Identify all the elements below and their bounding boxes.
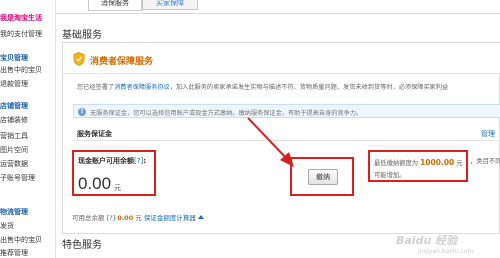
sidebar: 我是淘宝生活 我的支付管理 宝贝管理 出售中的宝贝 退款管理 店铺管理 店铺装修… xyxy=(0,0,56,258)
limit-prefix: 最低缴纳额度为 xyxy=(374,160,419,167)
sidebar-group-logistics[interactable]: 物流管理 xyxy=(0,206,55,218)
available-balance: 可用总余额 [?] 0.00 元 保证金额度计算器 xyxy=(72,212,204,222)
cancel-deposit-button[interactable]: 撤纳 xyxy=(308,169,338,185)
info-text: 无服务保证金，您可以选择信用账户或现金方式缴纳。缴纳服务保证金，有助于提高自身的… xyxy=(90,110,363,117)
manage-link[interactable]: 管理 xyxy=(481,129,495,139)
sidebar-item-onsale-2[interactable]: 出售中的宝贝 xyxy=(0,234,55,246)
minimum-limit-box: 最低缴纳额度为 1000.00 元 可能增加。 xyxy=(368,150,468,182)
sidebar-item-payment[interactable]: 我的支付管理 xyxy=(0,28,55,40)
sidebar-item-decorate[interactable]: 店铺装修 xyxy=(0,114,55,126)
agreement-link[interactable]: 消费者保障服务协议 xyxy=(114,84,170,91)
cancel-button-highlight: 撤纳 xyxy=(290,157,354,196)
basic-service-heading: 基础服务 xyxy=(62,30,102,41)
cash-balance-unit: 元 xyxy=(114,184,121,192)
sidebar-item-onsale[interactable]: 出售中的宝贝 xyxy=(0,64,55,76)
avail-help-link[interactable]: [?] xyxy=(107,214,116,222)
avail-label: 可用总余额 xyxy=(72,214,105,222)
caret-up-icon[interactable] xyxy=(197,215,204,219)
limit-more-text: 可能增加。 xyxy=(374,172,406,179)
minimum-limit-text: 最低缴纳额度为 1000.00 元 xyxy=(374,158,463,167)
deposit-title: 服务保证金 xyxy=(77,130,112,138)
deposit-calculator-link[interactable]: 保证金额度计算器 xyxy=(144,214,196,222)
avail-amount: 0.00 xyxy=(117,214,134,222)
cash-balance-box: 现金账户可用余额[?]: 0.00 元 xyxy=(72,150,156,196)
tab-consumer-protection[interactable]: 消保服务 xyxy=(88,0,142,11)
tab-buyer-guarantee[interactable]: 买家保障 xyxy=(142,0,198,10)
panel-header: 消费者保障服务 xyxy=(63,43,500,74)
sidebar-item-refund[interactable]: 退款管理 xyxy=(0,78,55,90)
info-icon: ! xyxy=(78,108,86,116)
cash-balance-amount: 0.00 xyxy=(78,174,112,193)
watermark-url: jingyan.baidu.com xyxy=(418,248,474,255)
limit-unit: 元 xyxy=(456,160,463,167)
cash-label-text: 现金账户可用余额 xyxy=(78,157,134,165)
limit-side-text: ，类目不同 xyxy=(470,158,500,165)
cash-help-link[interactable]: [?] xyxy=(134,157,143,165)
sidebar-item-marketing[interactable]: 营销工具 xyxy=(0,130,55,142)
panel-title: 消费者保障服务 xyxy=(90,57,154,67)
special-service-heading: 特色服务 xyxy=(62,240,102,251)
sidebar-item-recommend[interactable]: 推荐管理 xyxy=(0,247,55,258)
limit-amount: 1000.00 xyxy=(420,158,455,167)
agreement-description: 您已经签署了消费者保障服务协议，加入此服务的卖家承诺发生实物与描述不符、货物质量… xyxy=(77,82,500,91)
sidebar-group-shop[interactable]: 店铺管理 xyxy=(0,100,55,112)
sidebar-item-images[interactable]: 图片空间 xyxy=(0,144,55,156)
sidebar-group-life[interactable]: 我是淘宝生活 xyxy=(0,12,55,24)
sidebar-item-data[interactable]: 运营数据 xyxy=(0,158,55,170)
sidebar-item-subaccount[interactable]: 子账号管理 xyxy=(0,172,55,184)
desc-suffix: ，加入此服务的卖家承诺发生实物与描述不符、货物质量问题、发货未收到货等时，必须保… xyxy=(169,84,449,91)
tab-bar: 消保服务 买家保障 xyxy=(56,0,500,14)
watermark-logo: Baidu 经验 xyxy=(396,234,458,247)
avail-unit: 元 xyxy=(135,214,142,222)
cash-balance-label: 现金账户可用余额[?]: xyxy=(78,157,146,165)
shield-icon xyxy=(73,52,85,66)
sidebar-group-goods[interactable]: 宝贝管理 xyxy=(0,52,55,64)
desc-prefix: 您已经签署了 xyxy=(77,84,115,91)
sidebar-item-ship[interactable]: 发货 xyxy=(0,220,55,232)
